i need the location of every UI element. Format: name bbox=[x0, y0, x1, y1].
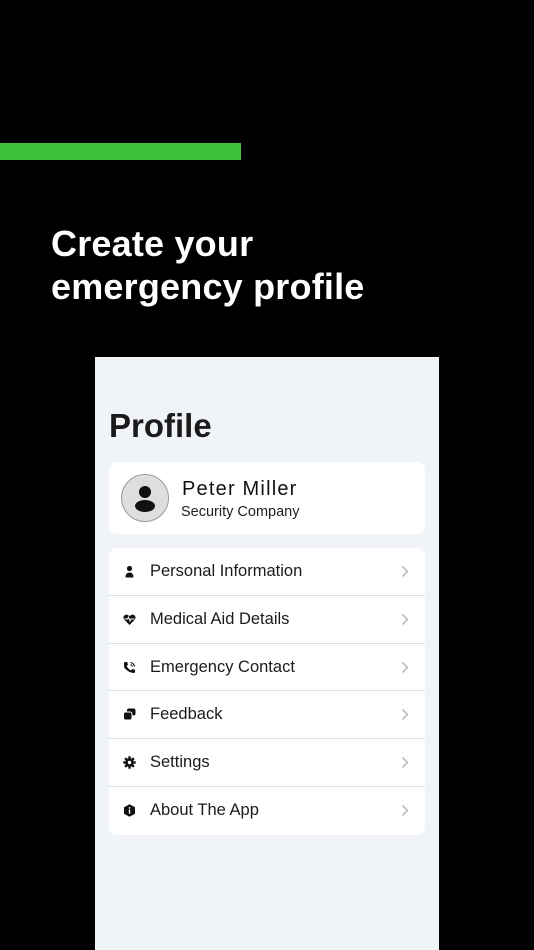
phone-call-icon bbox=[123, 661, 136, 673]
heart-pulse-icon bbox=[123, 614, 136, 625]
gear-icon bbox=[123, 756, 136, 769]
menu-item-settings[interactable]: Settings bbox=[109, 739, 425, 787]
profile-menu: Personal Information Medical Aid Details bbox=[109, 548, 425, 835]
page-title: Profile bbox=[109, 407, 212, 444]
phone-mockup: Profile Peter Miller Security Company Pe… bbox=[95, 357, 439, 950]
user-company: Security Company bbox=[181, 504, 300, 520]
headline: Create your emergency profile bbox=[51, 222, 491, 308]
chat-bubbles-icon bbox=[123, 708, 136, 721]
avatar bbox=[121, 474, 169, 522]
menu-item-label: Feedback bbox=[150, 705, 223, 724]
menu-item-label: Emergency Contact bbox=[150, 657, 295, 676]
chevron-right-icon bbox=[401, 804, 409, 817]
menu-item-about-the-app[interactable]: About The App bbox=[109, 787, 425, 835]
user-avatar-icon bbox=[135, 486, 155, 512]
menu-item-label: Personal Information bbox=[150, 562, 303, 580]
chevron-right-icon bbox=[401, 709, 409, 721]
chevron-right-icon bbox=[401, 661, 409, 673]
menu-item-personal-information[interactable]: Personal Information bbox=[109, 548, 425, 596]
user-name: Peter Miller bbox=[182, 478, 298, 500]
menu-item-label: Settings bbox=[150, 753, 210, 772]
menu-item-feedback[interactable]: Feedback bbox=[109, 691, 425, 740]
menu-item-medical-aid-details[interactable]: Medical Aid Details bbox=[109, 596, 425, 644]
info-shield-icon bbox=[124, 804, 135, 817]
menu-item-label: About The App bbox=[150, 800, 259, 819]
chevron-right-icon bbox=[401, 613, 409, 625]
headline-line-2: emergency profile bbox=[51, 266, 365, 307]
person-icon bbox=[125, 565, 134, 578]
menu-item-emergency-contact[interactable]: Emergency Contact bbox=[109, 644, 425, 692]
onboarding-screen: Create your emergency profile Profile Pe… bbox=[0, 0, 534, 950]
chevron-right-icon bbox=[401, 565, 409, 578]
user-card[interactable]: Peter Miller Security Company bbox=[109, 462, 425, 534]
chevron-right-icon bbox=[401, 757, 409, 769]
progress-accent-bar bbox=[0, 143, 241, 160]
headline-line-1: Create your bbox=[51, 223, 254, 264]
menu-item-label: Medical Aid Details bbox=[150, 609, 290, 628]
